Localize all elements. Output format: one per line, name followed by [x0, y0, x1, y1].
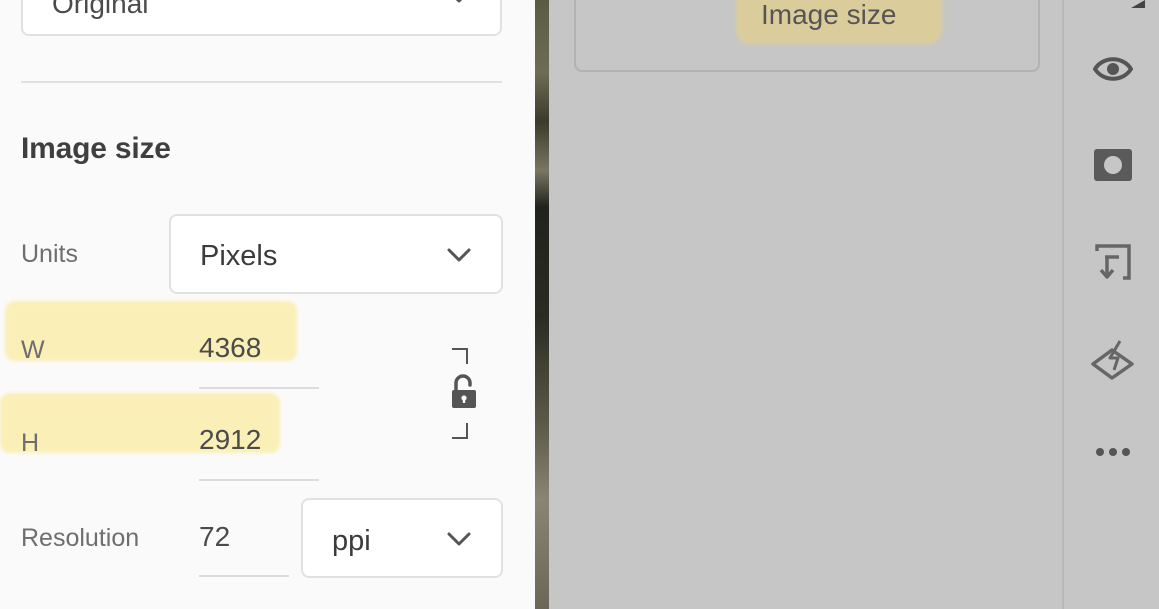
height-label: H	[21, 429, 40, 457]
units-select-value: Pixels	[200, 240, 278, 272]
width-input[interactable]: 4368	[199, 332, 261, 364]
section-divider	[21, 81, 502, 83]
resolution-label: Resolution	[21, 524, 140, 552]
resolution-unit-select[interactable]: ppi	[301, 498, 503, 578]
units-select[interactable]: Pixels	[169, 214, 503, 294]
preset-dropdown-value: Original	[52, 0, 149, 19]
image-size-button-label: Image size	[761, 0, 897, 30]
eye-icon[interactable]	[1064, 54, 1159, 84]
image-size-panel: Original Image size Units Pixels W 4368 …	[0, 0, 535, 609]
unlock-icon[interactable]	[449, 374, 479, 415]
resolution-unit-value: ppi	[332, 525, 371, 557]
width-label: W	[21, 336, 45, 364]
height-input[interactable]: 2912	[199, 424, 261, 456]
link-bracket-bottom	[452, 423, 468, 439]
export-icon[interactable]	[1064, 243, 1159, 281]
image-size-button[interactable]: Image size	[574, 0, 1040, 72]
chevron-down-icon	[447, 532, 471, 552]
preset-dropdown[interactable]: Original	[21, 0, 502, 36]
units-label: Units	[21, 240, 78, 268]
canvas-area: Image size	[549, 0, 1062, 609]
photo-edge	[535, 0, 549, 609]
resolution-underline	[199, 575, 289, 577]
arrow-icon[interactable]	[1064, 0, 1159, 8]
width-underline	[199, 387, 319, 389]
resolution-input[interactable]: 72	[199, 521, 230, 553]
right-toolbar	[1062, 0, 1159, 609]
chevron-down-icon	[448, 0, 470, 9]
eraser-icon[interactable]	[1064, 338, 1159, 380]
mask-icon[interactable]	[1064, 148, 1159, 182]
section-title: Image size	[21, 132, 171, 165]
link-bracket-top	[452, 348, 468, 364]
chevron-down-icon	[447, 248, 471, 268]
height-underline	[199, 479, 319, 481]
more-icon[interactable]	[1064, 447, 1159, 457]
